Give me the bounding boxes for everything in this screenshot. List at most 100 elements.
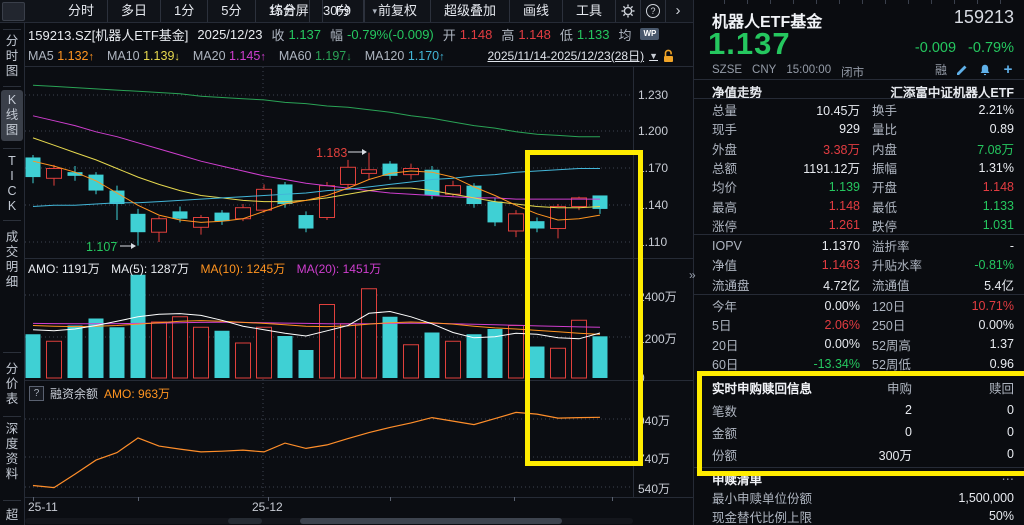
divider <box>694 234 1024 235</box>
quote-detail-panel: 机器人ETF基金 159213 1.137 -0.009 -0.79% SZSE… <box>694 0 1024 525</box>
stat-value: 1191.12万 <box>774 158 860 177</box>
list-section-title-row[interactable]: 申赎清单⋯ <box>712 469 1014 488</box>
stat-row: 总量10.45万换手2.21% <box>712 100 1014 119</box>
alert-bell-icon[interactable] <box>977 63 993 77</box>
stat-row: 5日2.06%250日0.00% <box>712 315 1014 334</box>
stat-label: 52周低 <box>860 354 938 373</box>
x-axis-label: 25-11 <box>28 500 58 514</box>
financing-label: 融资余额 <box>50 385 98 402</box>
price-change: -0.009 -0.79% <box>915 40 1014 56</box>
stat-row: 外盘3.38万内盘7.08万 <box>712 139 1014 158</box>
stat-value: - <box>938 239 1014 253</box>
stat-label: 最高 <box>712 197 774 216</box>
stat-row: IOPV1.1370溢折率- <box>712 236 1014 255</box>
ruler-ticks <box>702 0 1016 4</box>
x-axis-tick <box>33 497 34 501</box>
stat-value: 0.00% <box>774 337 860 351</box>
stat-value: 929 <box>774 122 860 136</box>
stat-row: 今年0.00%120日10.71% <box>712 296 1014 315</box>
currency: CNY <box>752 64 776 80</box>
stat-row: 总额1191.12万振幅1.31% <box>712 158 1014 177</box>
stat-value: 2.06% <box>774 318 860 332</box>
subscription-row-value: 0 <box>816 425 912 439</box>
subscription-row: 金额00 <box>712 421 1014 443</box>
divider <box>25 497 693 498</box>
stat-value: 0.00% <box>938 318 1014 332</box>
divider <box>694 79 1024 80</box>
stat-row: 涨停1.261跌停1.031 <box>712 216 1014 235</box>
stat-label: 内盘 <box>860 139 938 158</box>
list-row-value: 1,500,000 <box>958 491 1014 505</box>
x-axis-tick <box>138 497 139 501</box>
stat-label: 120日 <box>860 296 938 315</box>
stat-label: 总额 <box>712 158 774 177</box>
add-icon[interactable]: + <box>1000 63 1016 77</box>
stat-label: 跌停 <box>860 216 938 235</box>
stat-value: 2.21% <box>938 103 1014 117</box>
stat-label: 均价 <box>712 177 774 196</box>
more-icon[interactable]: ⋯ <box>1002 471 1015 486</box>
divider <box>24 22 25 525</box>
quote-time: 15:00:00 <box>786 64 831 80</box>
svg-text:1.183: 1.183 <box>316 146 347 160</box>
scrollbar-segment <box>228 518 262 524</box>
panel-expand-arrow[interactable]: » <box>689 268 696 282</box>
stat-label: 20日 <box>712 335 774 354</box>
volume-indicator-header: AMO: 1191万 MA(5): 1287万 MA(10): 1245万 MA… <box>28 260 381 277</box>
y-axis-label: 2400万 <box>638 288 677 305</box>
subscription-header-row: 实时申购赎回信息申购赎回 <box>712 376 1014 398</box>
subscription-col-header: 赎回 <box>912 378 1014 397</box>
quote-panel-icons: 融 + <box>935 61 1016 78</box>
scrollbar-thumb[interactable] <box>300 518 562 524</box>
margin-flag: 融 <box>935 61 947 78</box>
help-icon[interactable]: ? <box>29 386 44 401</box>
y-axis-label: 1.140 <box>638 198 668 212</box>
divider <box>694 98 1024 99</box>
subscription-row-value: 0 <box>912 403 1014 417</box>
market-status: 闭市 <box>841 64 864 80</box>
subscription-row-label: 份额 <box>712 445 816 464</box>
y-axis-label: 940万 <box>638 412 670 429</box>
chart-scrollbar[interactable] <box>25 518 633 524</box>
stat-value: 1.031 <box>938 218 1014 232</box>
x-axis-label: 25-12 <box>252 500 283 514</box>
stat-value: 1.37 <box>938 337 1014 351</box>
stat-label: 量比 <box>860 119 938 138</box>
app-window: 分时多日1分5分15分30分▾ 综合屏F9前复权超级叠加画线工具?› 15921… <box>0 0 1024 525</box>
stat-value: 1.139 <box>774 180 860 194</box>
vol-ma20-value: MA(20): 1451万 <box>297 262 382 276</box>
stat-value: 1.261 <box>774 218 860 232</box>
y-axis-label: 740万 <box>638 450 670 467</box>
subscription-col-header: 实时申购赎回信息 <box>712 378 816 397</box>
change-percent: -0.79% <box>968 40 1014 56</box>
stat-label: 流通值 <box>860 275 938 294</box>
stat-row: 60日-13.34%52周低0.96 <box>712 354 1014 373</box>
exchange: SZSE <box>712 64 742 80</box>
svg-text:1.107: 1.107 <box>86 240 117 254</box>
y-axis-label: 1200万 <box>638 330 677 347</box>
x-axis-tick <box>268 497 269 501</box>
stat-label: 现手 <box>712 119 774 138</box>
divider <box>25 380 693 381</box>
stat-label: 涨停 <box>712 216 774 235</box>
stat-value: -0.81% <box>938 258 1014 272</box>
stat-label: 最低 <box>860 197 938 216</box>
stat-label: 振幅 <box>860 158 938 177</box>
stat-value: 3.38万 <box>774 139 860 158</box>
stat-value: 7.08万 <box>938 139 1014 158</box>
stat-value: 0.89 <box>938 122 1014 136</box>
stat-label: 52周高 <box>860 335 938 354</box>
divider <box>25 66 693 67</box>
list-row-label: 现金替代比例上限 <box>712 507 812 525</box>
divider <box>633 66 634 497</box>
fund-code: 159213 <box>954 7 1014 28</box>
vol-ma5-value: MA(5): 1287万 <box>111 262 189 276</box>
list-row: 现金替代比例上限50% <box>712 507 1014 525</box>
stat-row: 净值1.1463升贴水率-0.81% <box>712 255 1014 274</box>
divider <box>694 467 1024 468</box>
edit-icon[interactable] <box>954 63 970 77</box>
stat-value: 1.148 <box>938 180 1014 194</box>
stat-value: 1.31% <box>938 161 1014 175</box>
stat-value: 5.4亿 <box>938 275 1014 294</box>
stat-value: 1.148 <box>774 199 860 213</box>
